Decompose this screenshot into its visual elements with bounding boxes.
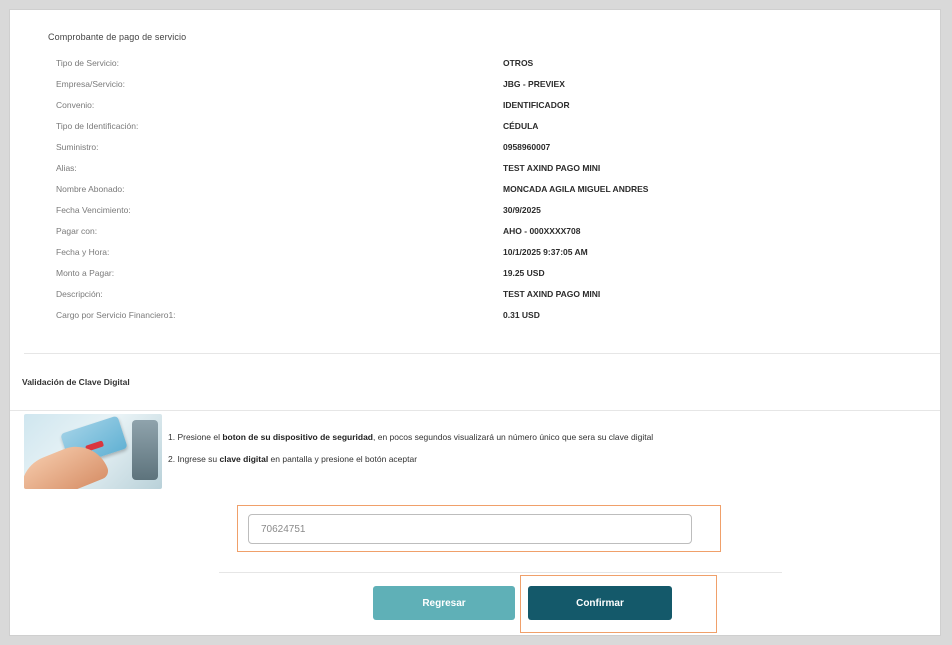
detail-label: Fecha Vencimiento: [56,205,131,215]
section-divider [24,353,940,354]
confirm-highlight-box [520,575,717,633]
instruction-text: 1. Presione el [168,432,223,442]
detail-value: 10/1/2025 9:37:05 AM [503,247,588,257]
detail-label: Fecha y Hora: [56,247,110,257]
detail-row-agreement: Convenio: IDENTIFICADOR [10,100,940,120]
instruction-bold-text: clave digital [219,454,269,464]
detail-value: 0958960007 [503,142,551,152]
detail-row-company: Empresa/Servicio: JBG - PREVIEX [10,79,940,99]
detail-label: Cargo por Servicio Financiero1: [56,310,176,320]
detail-value: 19.25 USD [503,268,545,278]
detail-row-fee: Cargo por Servicio Financiero1: 0.31 USD [10,310,940,330]
detail-row-due-date: Fecha Vencimiento: 30/9/2025 [10,205,940,225]
detail-value: MONCADA AGILA MIGUEL ANDRES [503,184,649,194]
instruction-text: , en pocos segundos visualizará un númer… [373,432,654,442]
detail-row-id-type: Tipo de Identificación: CÉDULA [10,121,940,141]
detail-label: Alias: [56,163,77,173]
detail-row-subscriber: Nombre Abonado: MONCADA AGILA MIGUEL AND… [10,184,940,204]
detail-value: 30/9/2025 [503,205,541,215]
payment-window: Comprobante de pago de servicio Tipo de … [10,10,940,635]
validation-title: Validación de Clave Digital [22,377,130,387]
detail-value: AHO - 000XXXX708 [503,226,581,236]
token-device-shape [132,420,158,480]
detail-row-amount: Monto a Pagar: 19.25 USD [10,268,940,288]
detail-row-alias: Alias: TEST AXIND PAGO MINI [10,163,940,183]
instruction-bold-text: boton de su dispositivo de seguridad [222,432,373,442]
detail-value: TEST AXIND PAGO MINI [503,289,601,299]
security-device-image [24,414,162,489]
detail-value: CÉDULA [503,121,539,131]
detail-row-service-type: Tipo de Servicio: OTROS [10,58,940,78]
detail-label: Descripción: [56,289,103,299]
instruction-text: en pantalla y presione el botón aceptar [268,454,418,464]
detail-label: Tipo de Identificación: [56,121,139,131]
detail-label: Suministro: [56,142,99,152]
detail-value: TEST AXIND PAGO MINI [503,163,601,173]
receipt-title: Comprobante de pago de servicio [48,32,187,42]
detail-value: JBG - PREVIEX [503,79,565,89]
detail-value: OTROS [503,58,534,68]
digital-key-input[interactable] [248,514,692,544]
detail-value: 0.31 USD [503,310,540,320]
detail-label: Tipo de Servicio: [56,58,119,68]
detail-label: Empresa/Servicio: [56,79,125,89]
detail-label: Convenio: [56,100,95,110]
detail-row-description: Descripción: TEST AXIND PAGO MINI [10,289,940,309]
detail-row-supply: Suministro: 0958960007 [10,142,940,162]
instruction-step-1: 1. Presione el boton de su dispositivo d… [168,432,653,442]
instruction-text: 2. Ingrese su [168,454,220,464]
detail-label: Pagar con: [56,226,98,236]
detail-row-datetime: Fecha y Hora: 10/1/2025 9:37:05 AM [10,247,940,267]
instruction-step-2: 2. Ingrese su clave digital en pantalla … [168,454,417,464]
detail-value: IDENTIFICADOR [503,100,570,110]
section-divider [219,572,782,573]
back-button[interactable]: Regresar [373,586,515,620]
detail-label: Monto a Pagar: [56,268,115,278]
detail-label: Nombre Abonado: [56,184,125,194]
detail-row-pay-with: Pagar con: AHO - 000XXXX708 [10,226,940,246]
section-divider [10,410,940,411]
